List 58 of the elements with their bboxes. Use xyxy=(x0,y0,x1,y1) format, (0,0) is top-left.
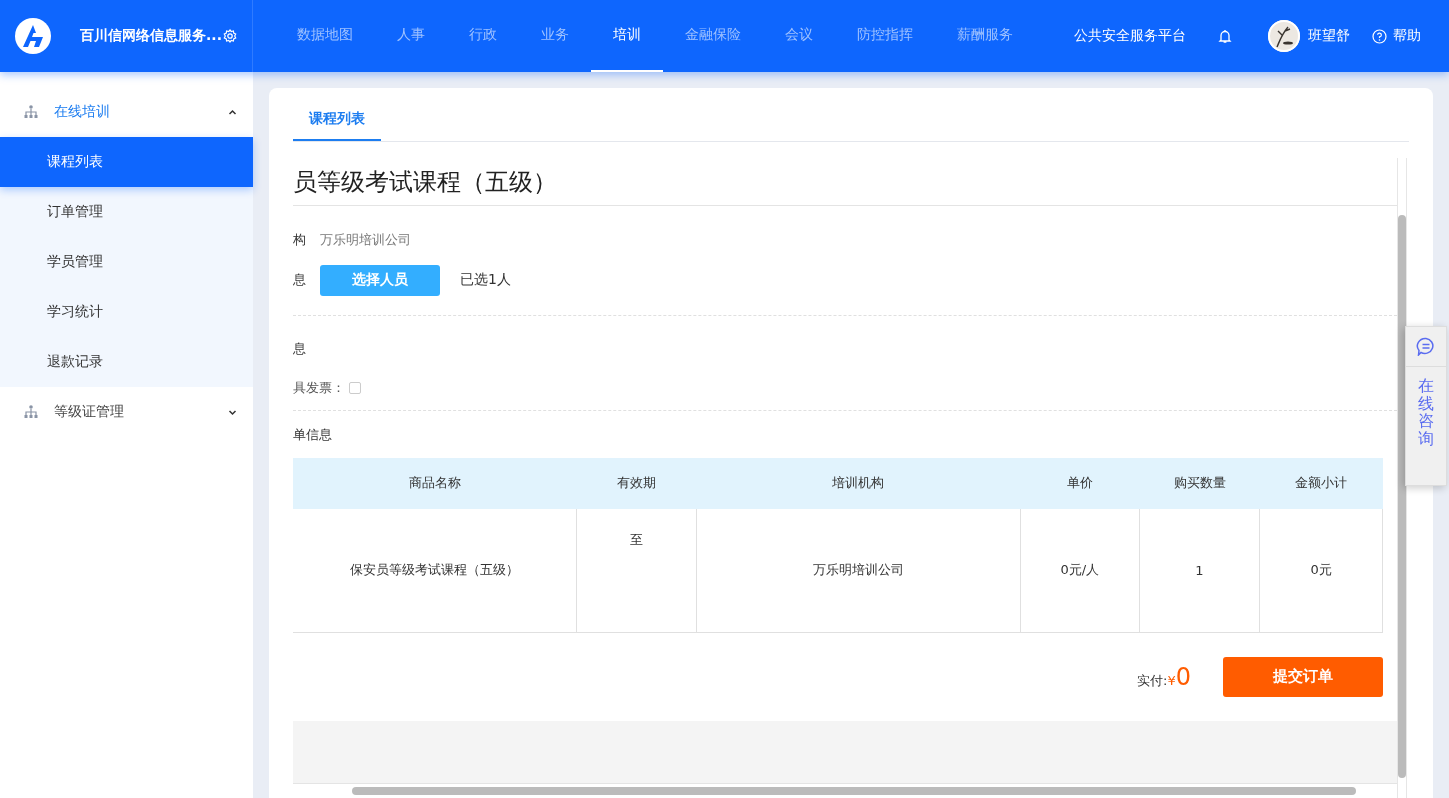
user-name[interactable]: 班望舒 xyxy=(1308,27,1350,45)
selected-count: 已选1人 xyxy=(460,271,511,290)
column-header: 购买数量 xyxy=(1139,457,1260,509)
table-cell: 0元/人 xyxy=(1020,508,1140,633)
menu-group[interactable]: 在线培训 xyxy=(54,103,110,121)
table-cell: 万乐明培训公司 xyxy=(696,508,1021,633)
nav-tab[interactable]: 业务 xyxy=(519,0,591,72)
course-title: 员等级考试课程（五级） xyxy=(293,158,1397,207)
hierarchy-icon xyxy=(24,105,38,119)
platform-link[interactable]: 公共安全服务平台 xyxy=(1074,27,1186,45)
page-tab[interactable]: 课程列表 xyxy=(293,99,381,141)
menu-item[interactable]: 学员管理 xyxy=(0,237,253,287)
invoice-checkbox[interactable] xyxy=(349,381,361,394)
column-header: 金额小计 xyxy=(1259,457,1383,509)
field-label: 构 xyxy=(293,231,307,250)
settings-icon[interactable] xyxy=(222,29,237,43)
menu-group[interactable]: 等级证管理 xyxy=(54,403,124,421)
column-header: 单价 xyxy=(1020,457,1140,509)
total-amount: 实付:¥0 xyxy=(1137,662,1191,691)
nav-tab[interactable]: 薪酬服务 xyxy=(935,0,1035,72)
field-value: 万乐明培训公司 xyxy=(320,231,411,250)
section-heading: 息 xyxy=(293,340,306,359)
nav-tab[interactable]: 金融保险 xyxy=(663,0,763,72)
column-header: 培训机构 xyxy=(696,457,1021,509)
column-header: 商品名称 xyxy=(293,457,577,509)
help-icon[interactable] xyxy=(1372,28,1387,44)
nav-tab[interactable]: 会议 xyxy=(763,0,835,72)
submit-order-button[interactable]: 提交订单 xyxy=(1223,656,1383,697)
menu-item[interactable]: 退款记录 xyxy=(0,337,253,387)
vertical-scrollbar[interactable] xyxy=(1398,215,1406,778)
hierarchy-icon xyxy=(24,405,38,419)
nav-tab[interactable]: 行政 xyxy=(447,0,519,72)
table-cell: 至 xyxy=(576,508,697,633)
chevron-down-icon[interactable] xyxy=(228,408,237,416)
organization-name: 百川信网络信息服务... xyxy=(80,27,222,45)
help-link[interactable]: 帮助 xyxy=(1393,27,1421,45)
nav-tab[interactable]: 防控指挥 xyxy=(835,0,935,72)
user-avatar[interactable] xyxy=(1268,20,1300,52)
logo-icon xyxy=(15,18,51,54)
table-cell: 保安员等级考试课程（五级） xyxy=(293,508,577,633)
online-consult-link[interactable]: 在线咨询 xyxy=(1418,377,1434,448)
nav-tab[interactable]: 数据地图 xyxy=(275,0,375,72)
nav-tab[interactable]: 培训 xyxy=(591,0,663,72)
section-heading: 单信息 xyxy=(293,425,332,444)
chevron-up-icon[interactable] xyxy=(228,108,237,116)
table-cell: 0元 xyxy=(1259,508,1383,633)
chat-icon[interactable] xyxy=(1416,337,1436,356)
select-people-button[interactable]: 选择人员 xyxy=(320,264,440,296)
checkbox-label: 具发票： xyxy=(293,378,345,397)
column-header: 有效期 xyxy=(576,457,697,509)
menu-item[interactable]: 课程列表 xyxy=(0,137,253,187)
menu-item[interactable]: 学习统计 xyxy=(0,287,253,337)
table-cell: 1 xyxy=(1139,508,1260,633)
field-label: 息 xyxy=(293,271,307,290)
horizontal-scrollbar[interactable] xyxy=(352,786,1356,795)
menu-item[interactable]: 订单管理 xyxy=(0,187,253,237)
bell-icon[interactable] xyxy=(1218,28,1232,44)
nav-tab[interactable]: 人事 xyxy=(375,0,447,72)
